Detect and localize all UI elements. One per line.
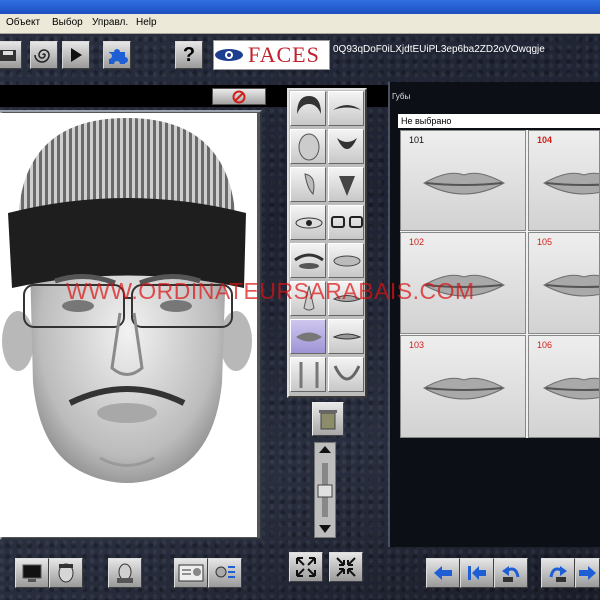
disk-icon [0, 50, 16, 61]
head-shape-icon [298, 133, 320, 161]
face-canvas[interactable] [0, 113, 257, 537]
lips-tile[interactable]: 101 [400, 130, 526, 231]
category-button-hair[interactable] [290, 91, 326, 126]
menu-help[interactable]: Help [136, 17, 157, 28]
delete-button[interactable] [312, 402, 344, 436]
category-button-head-shape[interactable] [290, 129, 326, 164]
arrow-first-icon [468, 566, 486, 580]
help-button[interactable]: ? [175, 41, 203, 69]
neck-icon [299, 362, 319, 388]
play-button[interactable] [62, 41, 90, 69]
redo-icon [549, 566, 567, 582]
lips-image [542, 377, 599, 400]
record-sheet-button[interactable] [208, 558, 242, 588]
monitor-icon [22, 564, 42, 582]
arrow-left-icon [434, 566, 452, 580]
first-button[interactable] [460, 558, 494, 588]
shrink-button[interactable] [329, 552, 363, 582]
expand-button[interactable] [289, 552, 323, 582]
category-button-chin[interactable] [328, 167, 364, 202]
undo-icon [502, 566, 520, 582]
lips-image [422, 172, 506, 195]
category-button-jaw[interactable] [328, 357, 364, 392]
category-button-neck[interactable] [290, 357, 326, 392]
chin-icon [339, 176, 355, 196]
tile-number: 101 [409, 135, 425, 145]
spiral-icon [34, 49, 50, 63]
undo-button[interactable] [494, 558, 528, 588]
faces-logo: FACES [213, 40, 330, 70]
lips-tile[interactable]: 106 [528, 335, 600, 438]
play-icon [71, 48, 82, 62]
category-button-eyes[interactable] [290, 205, 326, 240]
arrow-right-icon [578, 566, 596, 580]
lips-tile[interactable]: 103 [400, 335, 526, 438]
face-portrait-button[interactable] [49, 558, 83, 588]
panel-title: Губы [392, 92, 411, 101]
moustache-icon [333, 105, 361, 110]
tile-number: 105 [537, 237, 553, 247]
record-sheet-icon [215, 566, 235, 578]
category-button-moustache[interactable] [328, 91, 364, 126]
puzzle-icon [109, 49, 128, 64]
category-button-lip-shape[interactable] [328, 319, 364, 354]
vertical-slider[interactable] [314, 442, 336, 538]
category-button-eyebrows[interactable] [290, 243, 326, 278]
menu-object[interactable]: Объект [6, 17, 40, 28]
question-icon: ? [182, 43, 196, 66]
lips-image [422, 377, 506, 400]
print-face-icon [117, 563, 133, 583]
lips-icon [296, 332, 322, 342]
lips-image [542, 172, 599, 195]
lips-tile[interactable]: 104 [528, 130, 600, 231]
save-button[interactable] [0, 41, 22, 69]
menu-control[interactable]: Управл. [92, 17, 128, 28]
id-card-button[interactable] [174, 558, 208, 588]
tile-number: 103 [409, 340, 425, 350]
tile-number: 102 [409, 237, 425, 247]
slider-arrows [317, 446, 333, 533]
puzzle-button[interactable] [103, 41, 131, 69]
tile-number: 106 [537, 340, 553, 350]
trash-icon [319, 410, 337, 430]
hair-icon [297, 96, 321, 114]
expand-arrows-icon [296, 557, 316, 577]
category-button-beard[interactable] [328, 129, 364, 164]
lips-image [542, 274, 599, 297]
category-button-mouth-closed[interactable] [328, 243, 364, 278]
category-button-ear[interactable] [290, 167, 326, 202]
window-title-bar[interactable] [0, 0, 600, 14]
variant-select[interactable]: Не выбрано [398, 114, 600, 128]
spiral-tool-button[interactable] [30, 41, 58, 69]
mouth-closed-icon [333, 255, 361, 267]
monitor-button[interactable] [15, 558, 49, 588]
lip-shape-icon [332, 333, 362, 340]
redo-button[interactable] [541, 558, 575, 588]
ear-icon [304, 173, 315, 195]
license-code: 0Q93qDoF0iLXjdtEUiPL3ep6ba2ZD2oVOwqgje [333, 44, 545, 55]
clear-button[interactable] [212, 88, 266, 105]
menu-select[interactable]: Выбор [52, 17, 83, 28]
glasses-icon [331, 216, 363, 228]
logo-text: FACES [248, 42, 320, 67]
menu-bar: Объект Выбор Управл. Help [0, 14, 600, 34]
eyebrows-icon [294, 253, 324, 269]
category-button-glasses[interactable] [328, 205, 364, 240]
category-button-lips[interactable] [290, 319, 326, 354]
print-button[interactable] [108, 558, 142, 588]
eye-logo-icon [215, 49, 243, 61]
prohibit-icon [232, 90, 246, 103]
shrink-arrows-icon [336, 557, 356, 577]
portrait-icon [58, 563, 74, 583]
id-card-icon [178, 564, 204, 582]
watermark-text: WWW.ORDINATEURSARABAIS.COM [66, 278, 475, 304]
prev-button[interactable] [426, 558, 460, 588]
tile-number: 104 [537, 135, 553, 145]
jaw-icon [333, 365, 361, 381]
beard-icon [337, 138, 357, 149]
composite-face-image [2, 118, 252, 483]
lips-tile[interactable]: 105 [528, 232, 600, 334]
next-button[interactable] [575, 558, 600, 588]
eyes-icon [295, 217, 323, 229]
